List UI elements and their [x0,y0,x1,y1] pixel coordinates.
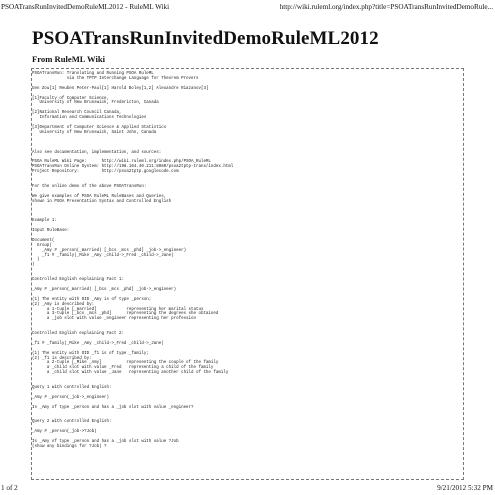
print-datetime: 9/21/2012 5:32 PM [437,484,493,492]
page-number: 1 of 2 [1,484,18,492]
article-title: PSOATransRunInvitedDemoRuleML2012 [32,28,379,49]
print-header: PSOATransRunInvitedDemoRuleML2012 - Rule… [0,0,495,14]
code-line: (show any bindings for ?Job) ? [32,444,107,449]
page-title-header: PSOATransRunInvitedDemoRuleML2012 - Rule… [1,3,170,11]
preformatted-text-block: PSOATransRun: Translating and Running PS… [31,68,464,480]
page-url: http://wiki.ruleml.org/index.php?title=P… [279,3,493,11]
article-subtitle: From RuleML Wiki [32,54,106,64]
print-footer: 1 of 2 9/21/2012 5:32 PM [0,482,495,495]
